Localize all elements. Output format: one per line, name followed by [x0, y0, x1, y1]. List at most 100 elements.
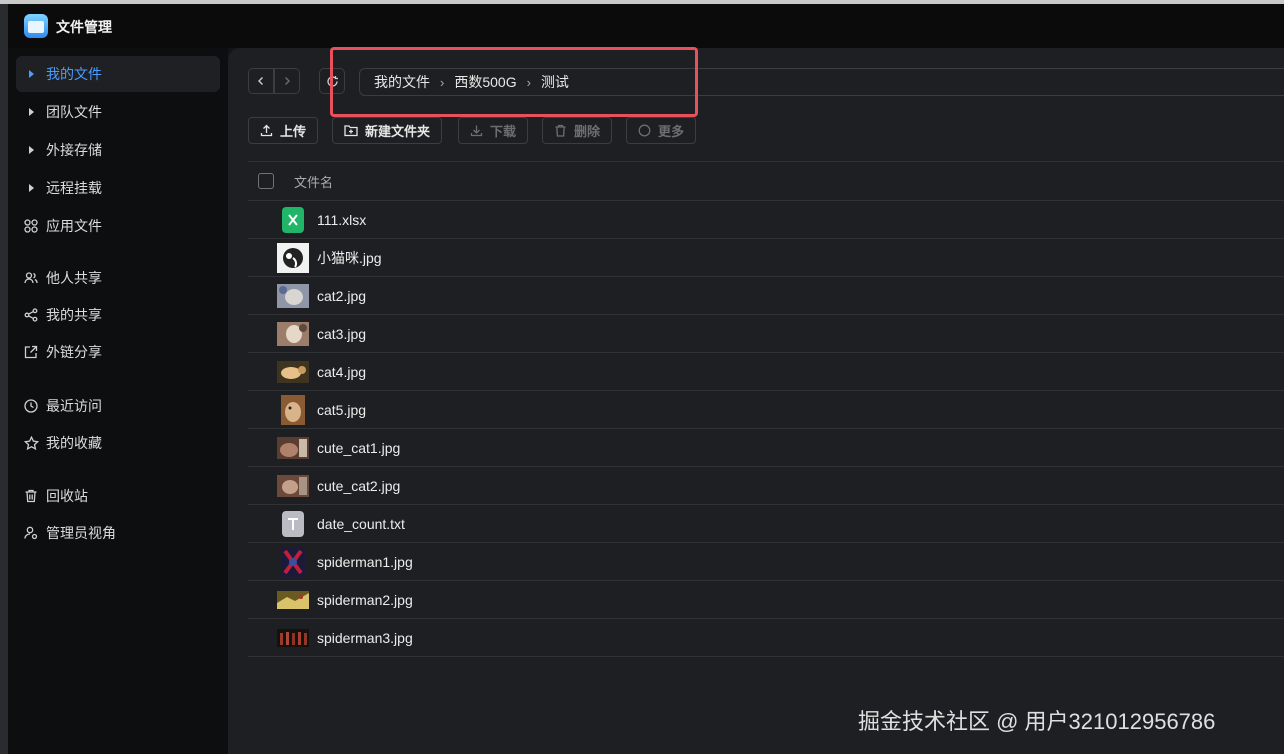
file-name: cat2.jpg: [317, 287, 367, 304]
text-file-icon: [277, 509, 309, 539]
select-all-checkbox[interactable]: [258, 173, 274, 189]
sidebar-item-recycle-bin[interactable]: 回收站: [16, 478, 220, 514]
refresh-button[interactable]: [319, 68, 345, 94]
back-button[interactable]: [248, 68, 274, 94]
file-name: date_count.txt: [317, 515, 405, 532]
table-row[interactable]: cute_cat2.jpg: [248, 467, 1284, 505]
image-thumbnail: [277, 585, 309, 615]
sidebar: 我的文件 团队文件 外接存储 远程挂载 应用文件 他人共享 我的共享 外链分享 …: [8, 48, 228, 754]
table-row[interactable]: spiderman3.jpg: [248, 619, 1284, 657]
trash-icon: [16, 489, 46, 503]
download-label: 下载: [490, 124, 517, 139]
file-name: cat4.jpg: [317, 363, 367, 380]
download-icon: [470, 124, 483, 137]
delete-button[interactable]: 删除: [542, 117, 613, 144]
sidebar-item-link-shares[interactable]: 外链分享: [16, 334, 220, 370]
image-thumbnail: [277, 471, 309, 501]
sidebar-item-remote-mount[interactable]: 远程挂载: [16, 170, 220, 206]
breadcrumb-item-drive[interactable]: 西数500G: [454, 72, 516, 92]
window-left-border: [0, 4, 8, 754]
more-circle-icon: [638, 124, 651, 137]
upload-button[interactable]: 上传: [248, 117, 319, 144]
external-link-icon: [16, 345, 46, 359]
sidebar-item-external-storage[interactable]: 外接存储: [16, 132, 220, 168]
table-row[interactable]: date_count.txt: [248, 505, 1284, 543]
image-thumbnail: [277, 433, 309, 463]
image-thumbnail: [277, 357, 309, 387]
download-button[interactable]: 下载: [458, 117, 529, 144]
sidebar-item-label: 外接存储: [46, 142, 102, 158]
table-header: 文件名: [248, 161, 1284, 201]
sidebar-item-shared-with-me[interactable]: 他人共享: [16, 260, 220, 296]
sidebar-item-recent[interactable]: 最近访问: [16, 388, 220, 424]
main-panel: 我的文件 › 西数500G › 测试 上传 新建文件夹 下载 删除 更多 文件名…: [228, 47, 1284, 754]
image-thumbnail: [277, 394, 309, 425]
more-button[interactable]: 更多: [626, 117, 697, 144]
file-name: cat3.jpg: [317, 325, 367, 342]
column-header-filename[interactable]: 文件名: [294, 172, 333, 191]
upload-label: 上传: [280, 124, 307, 139]
file-name: spiderman2.jpg: [317, 591, 413, 608]
table-row[interactable]: cat2.jpg: [248, 277, 1284, 315]
sidebar-item-label: 外链分享: [46, 344, 102, 360]
share-icon: [16, 308, 46, 322]
breadcrumb: 我的文件 › 西数500G › 测试: [359, 68, 1284, 96]
sidebar-item-team-files[interactable]: 团队文件: [16, 94, 220, 130]
more-label: 更多: [658, 124, 685, 139]
sidebar-item-admin-view[interactable]: 管理员视角: [16, 515, 220, 551]
app-title: 文件管理: [56, 19, 112, 35]
file-name: cat5.jpg: [317, 401, 367, 418]
image-thumbnail: [277, 623, 309, 653]
new-folder-label: 新建文件夹: [365, 124, 431, 139]
image-thumbnail: [277, 281, 309, 311]
delete-label: 删除: [574, 124, 601, 139]
file-name: 111.xlsx: [317, 211, 367, 228]
sidebar-item-label: 远程挂载: [46, 180, 102, 196]
sidebar-item-label: 管理员视角: [46, 525, 116, 541]
trash-icon: [554, 124, 567, 137]
sidebar-item-my-files[interactable]: 我的文件: [16, 56, 220, 92]
table-row[interactable]: spiderman2.jpg: [248, 581, 1284, 619]
watermark: 掘金技术社区 @ 用户321012956786: [858, 709, 1216, 734]
new-folder-button[interactable]: 新建文件夹: [332, 117, 443, 144]
sidebar-item-label: 我的共享: [46, 307, 102, 323]
sidebar-item-app-files[interactable]: 应用文件: [16, 208, 220, 244]
table-row[interactable]: 111.xlsx: [248, 201, 1284, 239]
caret-right-icon: [16, 146, 46, 154]
sidebar-item-label: 我的收藏: [46, 435, 102, 451]
forward-button[interactable]: [274, 68, 300, 94]
sidebar-item-label: 我的文件: [46, 66, 102, 82]
upload-icon: [260, 124, 273, 137]
users-icon: [16, 271, 46, 285]
excel-file-icon: [277, 205, 309, 235]
folder-plus-icon: [344, 124, 358, 137]
table-row[interactable]: cat4.jpg: [248, 353, 1284, 391]
sidebar-item-favorites[interactable]: 我的收藏: [16, 425, 220, 461]
table-row[interactable]: 小猫咪.jpg: [248, 239, 1284, 277]
star-icon: [16, 435, 46, 451]
caret-right-icon: [16, 70, 46, 78]
clock-icon: [16, 399, 46, 413]
title-bar: 文件管理: [8, 4, 1284, 48]
sidebar-item-label: 应用文件: [46, 218, 102, 234]
refresh-icon: [326, 75, 338, 87]
file-name: 小猫咪.jpg: [317, 249, 382, 266]
chevron-left-icon: [258, 77, 263, 85]
image-thumbnail: [277, 319, 309, 349]
file-name: cute_cat1.jpg: [317, 439, 401, 456]
sidebar-item-label: 团队文件: [46, 104, 102, 120]
breadcrumb-item-my-files[interactable]: 我的文件: [374, 72, 430, 92]
sidebar-item-label: 回收站: [46, 488, 88, 504]
file-name: cute_cat2.jpg: [317, 477, 401, 494]
table-row[interactable]: cat3.jpg: [248, 315, 1284, 353]
table-row[interactable]: cat5.jpg: [248, 391, 1284, 429]
file-name: spiderman1.jpg: [317, 553, 413, 570]
file-manager-window: 文件管理 我的文件 团队文件 外接存储 远程挂载 应用文件 他人共享 我的共享 …: [0, 0, 1284, 754]
breadcrumb-item-current[interactable]: 测试: [541, 72, 569, 92]
sidebar-item-label: 他人共享: [46, 270, 102, 286]
admin-user-icon: [16, 526, 46, 540]
chevron-right-icon: [285, 77, 290, 85]
sidebar-item-my-shares[interactable]: 我的共享: [16, 297, 220, 333]
table-row[interactable]: spiderman1.jpg: [248, 543, 1284, 581]
table-row[interactable]: cute_cat1.jpg: [248, 429, 1284, 467]
